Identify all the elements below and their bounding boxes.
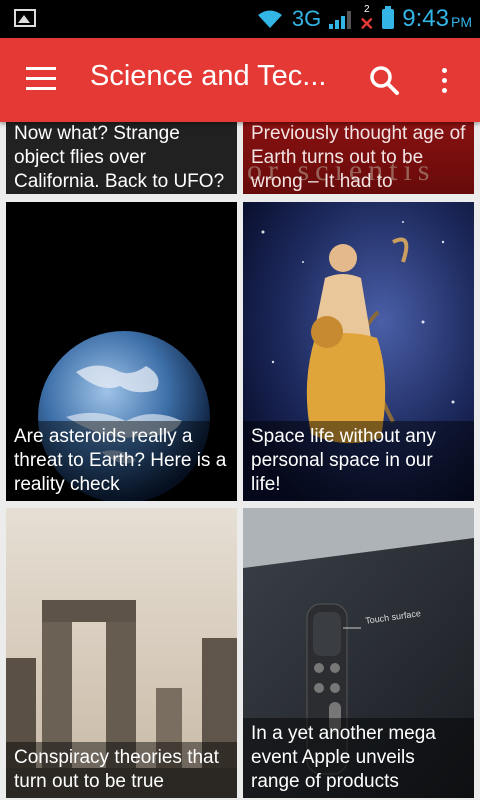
battery-icon: [382, 6, 395, 29]
news-card-title: Previously thought age of Earth turns ou…: [243, 118, 474, 194]
news-card-title: In a yet another mega event Apple unveil…: [243, 718, 474, 798]
news-card[interactable]: Space life without any personal space in…: [243, 202, 474, 501]
news-card[interactable]: Are asteroids really a threat to Earth? …: [6, 202, 237, 501]
news-card-title: Space life without any personal space in…: [243, 421, 474, 501]
app-bar: Science and Tec...: [0, 38, 480, 122]
news-card[interactable]: Touch surface In a yet another mega even…: [243, 508, 474, 798]
signal-icon: [329, 9, 352, 29]
news-card-title: Are asteroids really a threat to Earth? …: [6, 421, 237, 501]
clock-ampm: PM: [451, 14, 472, 30]
menu-button[interactable]: [26, 66, 56, 92]
wifi-icon: [257, 10, 282, 28]
status-icons: 3G 2 ✕ 9:43 PM: [256, 0, 472, 38]
more-options-button[interactable]: [432, 64, 456, 96]
page-title: Science and Tec...: [90, 60, 327, 92]
no-signal-indicator: 2 ✕: [359, 5, 375, 34]
search-icon[interactable]: [366, 62, 402, 98]
clock-time: 9:43: [402, 5, 449, 32]
news-card-title: Conspiracy theories that turn out to be …: [6, 742, 237, 798]
news-card[interactable]: Conspiracy theories that turn out to be …: [6, 508, 237, 798]
x-icon: ✕: [359, 14, 375, 34]
network-type: 3G: [291, 6, 322, 31]
news-card[interactable]: Now what? Strange object flies over Cali…: [6, 118, 237, 194]
status-bar: 3G 2 ✕ 9:43 PM: [0, 0, 480, 38]
news-card[interactable]: or scientis Previously thought age of Ea…: [243, 118, 474, 194]
news-card-title: Now what? Strange object flies over Cali…: [6, 118, 237, 194]
image-notification-icon: [14, 9, 36, 27]
